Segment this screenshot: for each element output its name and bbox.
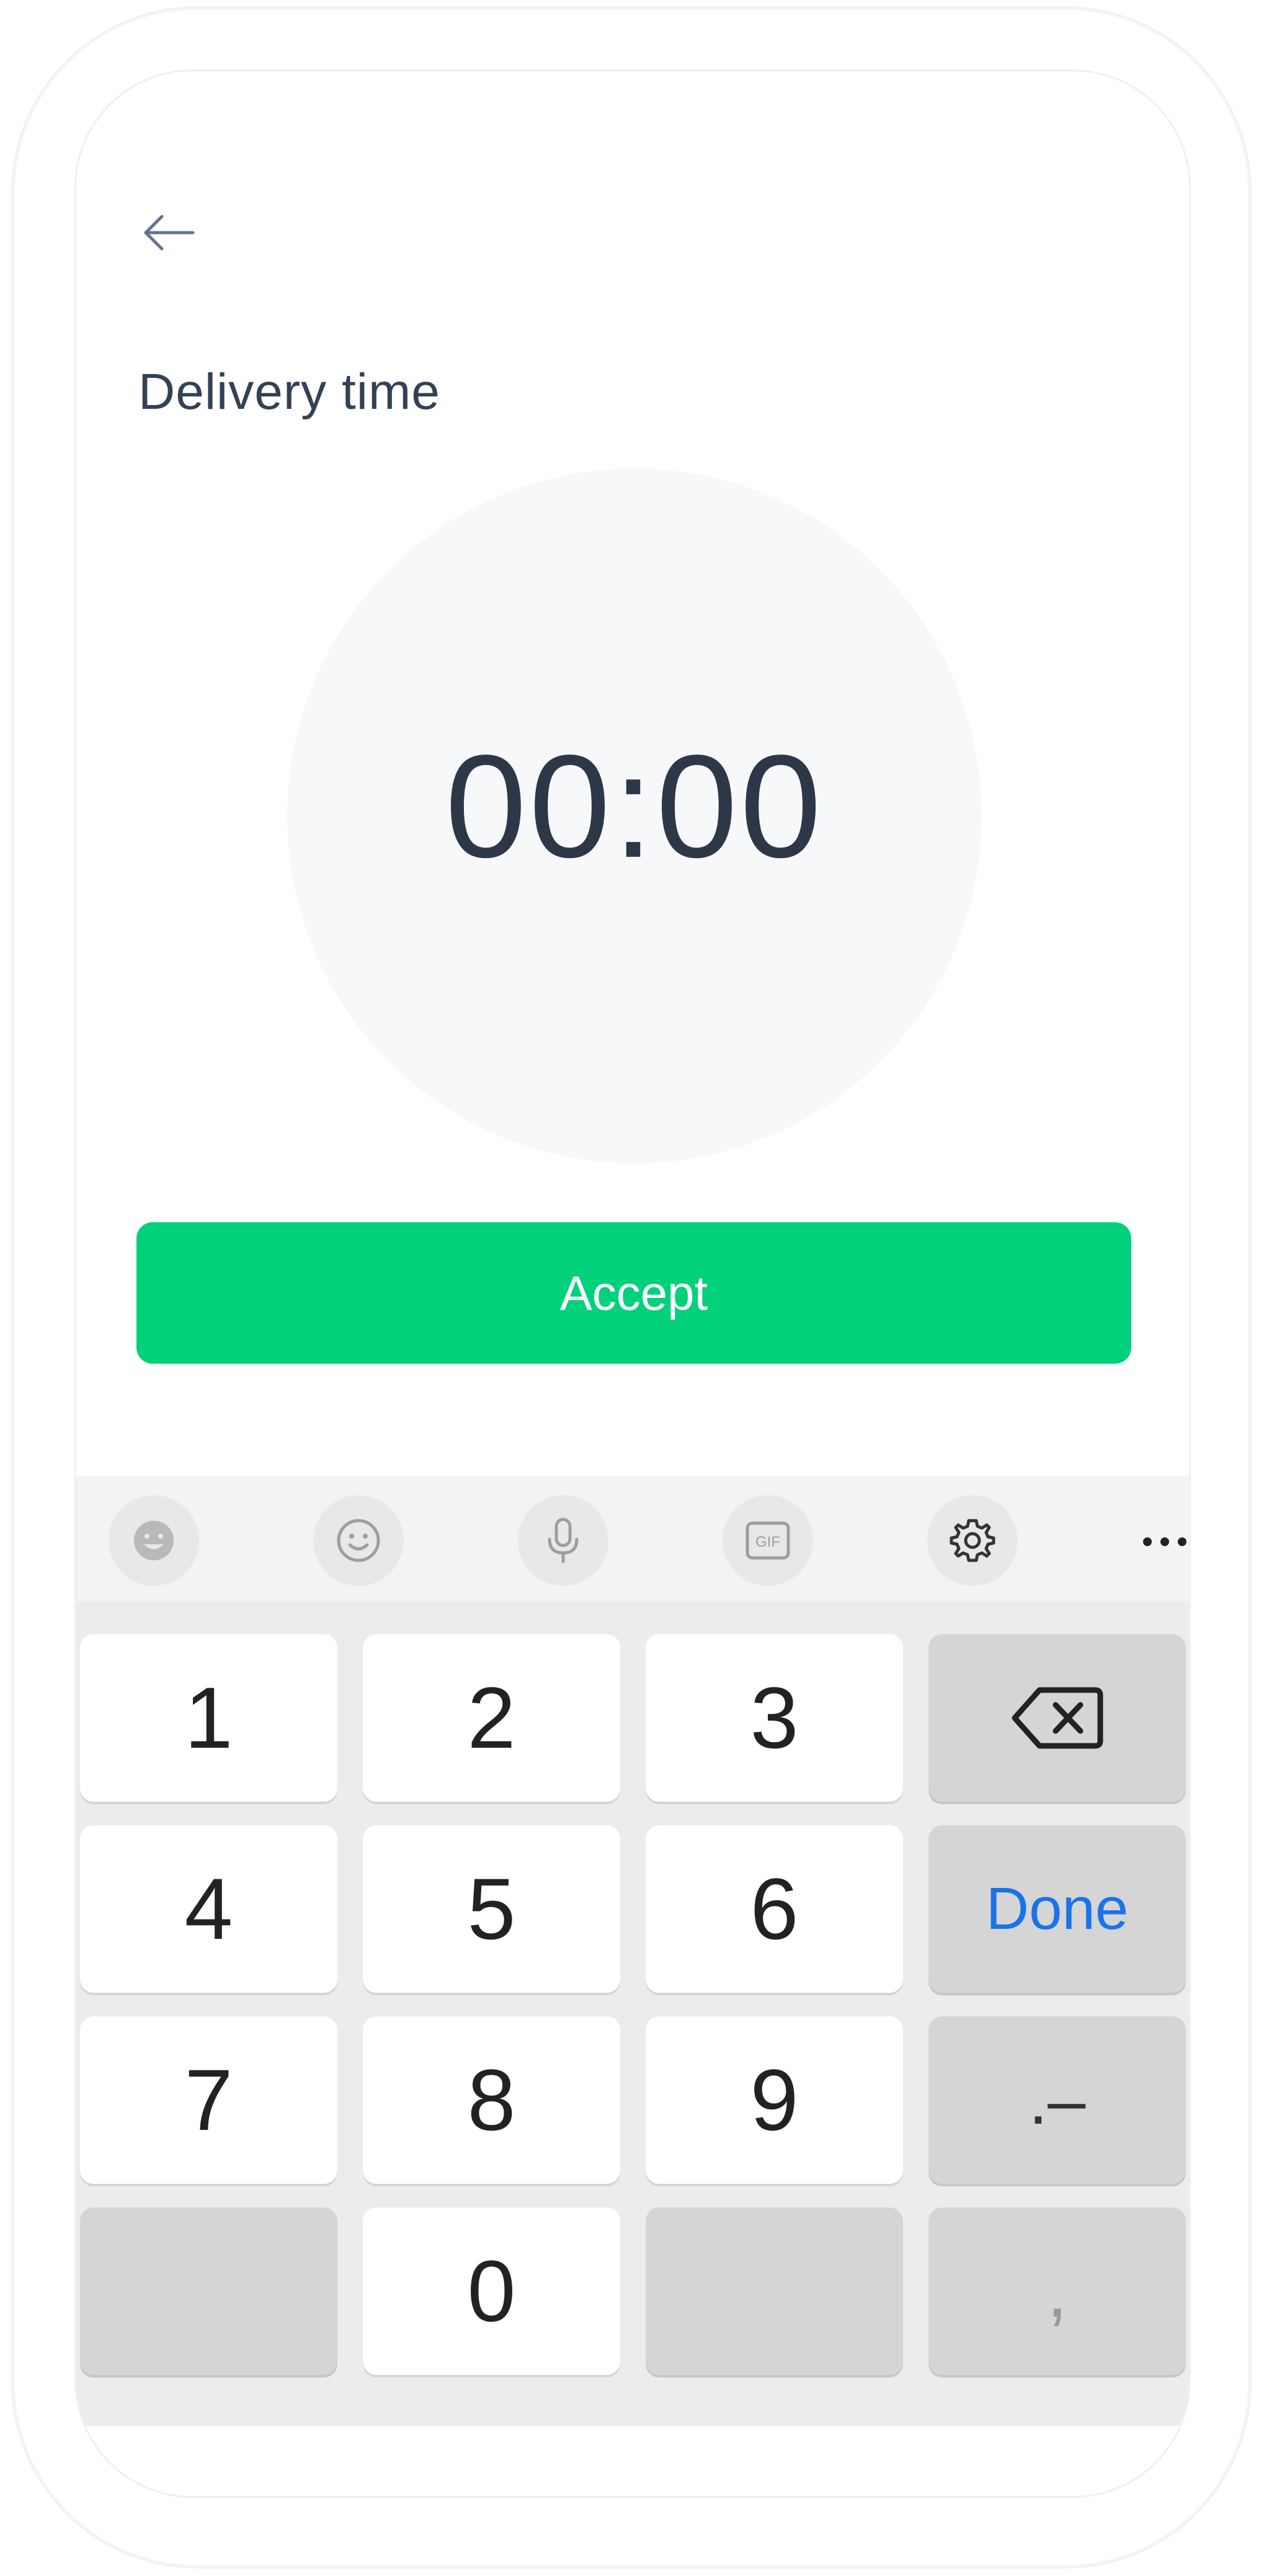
numeric-keyboard: GIF 1 2 3 4 5 6 Done 7 8 9 .– 0 ,	[76, 1477, 1189, 2496]
keypad: 1 2 3 4 5 6 Done 7 8 9 .– 0 ,	[76, 1602, 1189, 2496]
blank-key-right	[646, 2207, 903, 2375]
gear-icon	[950, 1519, 995, 1562]
backspace-key[interactable]	[928, 1634, 1186, 1802]
gif-icon: GIF	[745, 1521, 790, 1560]
key-1[interactable]: 1	[80, 1634, 337, 1802]
keyboard-toolbar: GIF	[76, 1477, 1189, 1602]
settings-button[interactable]	[927, 1495, 1018, 1586]
arrow-left-icon	[144, 215, 195, 251]
key-6[interactable]: 6	[646, 1825, 903, 1993]
key-7[interactable]: 7	[80, 2016, 337, 2184]
bottom-inset	[76, 2426, 1189, 2496]
timer-value: 00:00	[445, 725, 824, 888]
back-button[interactable]	[138, 202, 200, 264]
done-key[interactable]: Done	[928, 1825, 1186, 1993]
more-options-button[interactable]	[1137, 1517, 1189, 1567]
timer-display[interactable]: 00:00	[287, 468, 982, 1163]
accept-button[interactable]: Accept	[136, 1222, 1131, 1364]
key-8[interactable]: 8	[363, 2016, 620, 2184]
voice-input-button[interactable]	[518, 1495, 608, 1586]
emoji-icon	[337, 1519, 380, 1562]
sticker-button[interactable]	[109, 1495, 199, 1586]
key-0[interactable]: 0	[363, 2207, 620, 2375]
key-5[interactable]: 5	[363, 1825, 620, 1993]
emoji-button[interactable]	[313, 1495, 404, 1586]
sticker-icon	[134, 1521, 174, 1560]
app-screen: Delivery time 00:00 Accept GIF 1 2 3 4 5…	[74, 69, 1191, 2498]
svg-text:GIF: GIF	[755, 1534, 780, 1550]
microphone-icon	[548, 1518, 579, 1563]
gif-button[interactable]: GIF	[723, 1495, 813, 1586]
page-title: Delivery time	[138, 364, 440, 420]
key-2[interactable]: 2	[363, 1634, 620, 1802]
blank-key-left	[80, 2207, 337, 2375]
key-4[interactable]: 4	[80, 1825, 337, 1993]
backspace-icon	[1012, 1687, 1103, 1749]
more-icon	[1143, 1537, 1186, 1546]
dot-minus-key[interactable]: .–	[928, 2016, 1186, 2184]
key-3[interactable]: 3	[646, 1634, 903, 1802]
key-9[interactable]: 9	[646, 2016, 903, 2184]
comma-key[interactable]: ,	[928, 2207, 1186, 2375]
